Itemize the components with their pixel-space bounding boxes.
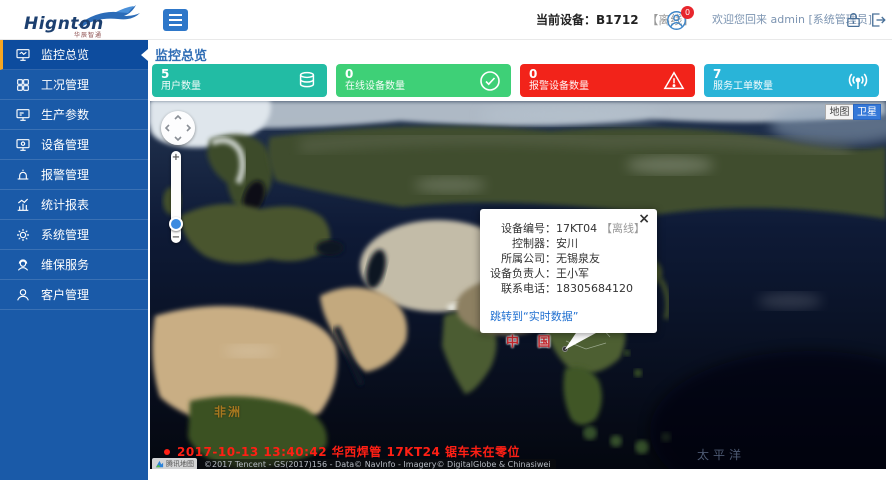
map-label-pacific: 太平洋 xyxy=(697,446,745,463)
sidebar-item-label: 工况管理 xyxy=(41,76,89,93)
stat-value: 5 xyxy=(161,67,318,81)
stat-card-work-orders[interactable]: 7 服务工单数量 xyxy=(704,64,879,97)
popup-row-label: 控制器： xyxy=(488,236,556,251)
app-window: Hignton 华辰智通 当前设备：B1712 【离线】 0 欢迎您回来 adm… xyxy=(0,0,892,480)
lock-button[interactable] xyxy=(845,11,862,33)
sidebar-item-alarm-mgmt[interactable]: 报警管理 xyxy=(0,160,148,190)
popup-row-value: 17KT04 xyxy=(556,221,597,236)
sidebar-item-label: 维保服务 xyxy=(41,256,89,273)
monitor-device-icon xyxy=(15,137,31,153)
realtime-data-link[interactable]: 跳转到“实时数据” xyxy=(490,308,578,324)
sidebar-item-label: 生产参数 xyxy=(41,106,89,123)
map-attribution: 腾讯地图 ©2017 Tencent - GS(2017)156 - Data©… xyxy=(152,458,556,469)
current-device-label: 当前设备： xyxy=(536,13,596,27)
stat-cards-row: 5 用户数量 0 在线设备数量 0 报警设备数量 xyxy=(152,64,886,97)
person-icon xyxy=(15,287,31,303)
database-icon xyxy=(296,70,318,92)
tencent-maps-logo: 腾讯地图 xyxy=(152,458,197,469)
monitor-chart-icon xyxy=(15,107,31,123)
map-zoom-control: + − xyxy=(170,151,182,243)
sidebar-item-maintenance[interactable]: 维保服务 xyxy=(0,250,148,280)
current-device-value: B1712 xyxy=(596,13,639,27)
monitor-icon xyxy=(15,47,31,63)
sidebar-item-monitor-overview[interactable]: 监控总览 xyxy=(0,40,148,70)
stat-label: 用户数量 xyxy=(161,81,318,93)
user-notifications-button[interactable]: 0 xyxy=(666,10,698,32)
popup-row-company: 所属公司： 无锡泉友 xyxy=(488,251,647,266)
stat-card-alarm-devices[interactable]: 0 报警设备数量 xyxy=(520,64,695,97)
popup-row-device-id: 设备编号： 17KT04 【离线】 xyxy=(488,221,647,236)
satellite-layer-button[interactable]: 卫星 xyxy=(853,104,881,120)
stat-card-users[interactable]: 5 用户数量 xyxy=(152,64,327,97)
sidebar-nav: 监控总览 工况管理 生产参数 设备管理 报警管理 xyxy=(0,40,148,480)
popup-row-phone: 联系电话： 18305684120 xyxy=(488,281,647,296)
sidebar-item-label: 系统管理 xyxy=(41,226,89,243)
lock-icon xyxy=(845,11,862,29)
device-info-popup: × 设备编号： 17KT04 【离线】 控制器： 安川 所属公司： 无锡泉友 设… xyxy=(480,209,657,333)
notification-badge: 0 xyxy=(681,6,694,19)
sidebar-item-device-mgmt[interactable]: 设备管理 xyxy=(0,130,148,160)
gear-icon xyxy=(15,227,31,243)
popup-row-label: 设备负责人： xyxy=(488,266,556,281)
bar-chart-icon xyxy=(15,197,31,213)
popup-row-value: 18305684120 xyxy=(556,281,633,296)
tencent-logo-text: 腾讯地图 xyxy=(166,459,194,469)
alarm-dot-icon xyxy=(164,449,170,455)
tencent-logo-icon xyxy=(155,460,164,469)
hamburger-icon xyxy=(169,14,182,26)
popup-row-value: 安川 xyxy=(556,236,578,251)
page-title: 监控总览 xyxy=(155,45,207,64)
popup-row-label: 设备编号： xyxy=(488,221,556,236)
zoom-in-button[interactable]: + xyxy=(170,152,182,163)
welcome-prefix: 欢迎您回来 xyxy=(712,13,771,26)
logout-icon xyxy=(869,11,887,29)
popup-row-owner: 设备负责人： 王小军 xyxy=(488,266,647,281)
zoom-out-button[interactable]: − xyxy=(170,232,182,243)
broadcast-icon xyxy=(846,69,870,93)
headset-icon xyxy=(15,257,31,273)
popup-row-controller: 控制器： 安川 xyxy=(488,236,647,251)
top-header: Hignton 华辰智通 当前设备：B1712 【离线】 0 欢迎您回来 adm… xyxy=(0,0,892,40)
popup-row-label: 联系电话： xyxy=(488,281,556,296)
siren-icon xyxy=(15,167,31,183)
map-pan-control[interactable] xyxy=(161,111,195,145)
map-label-china: 中 国 xyxy=(506,331,558,350)
warning-triangle-icon xyxy=(662,70,686,92)
popup-row-label: 所属公司： xyxy=(488,251,556,266)
zoom-slider-thumb[interactable] xyxy=(169,217,183,231)
sidebar-item-system-mgmt[interactable]: 系统管理 xyxy=(0,220,148,250)
check-circle-icon xyxy=(478,69,502,93)
map-layer-button[interactable]: 地图 xyxy=(825,104,853,120)
logout-button[interactable] xyxy=(869,11,887,33)
sidebar-item-label: 客户管理 xyxy=(41,286,89,303)
pan-arrows-icon xyxy=(161,111,195,145)
stat-card-online-devices[interactable]: 0 在线设备数量 xyxy=(336,64,511,97)
sidebar-item-label: 报警管理 xyxy=(41,166,89,183)
sidebar-item-label: 监控总览 xyxy=(41,46,89,63)
sidebar-item-customer-mgmt[interactable]: 客户管理 xyxy=(0,280,148,310)
logo-subtext: 华辰智通 xyxy=(74,30,102,39)
sidebar-item-label: 设备管理 xyxy=(41,136,89,153)
brand-logo: Hignton 华辰智通 xyxy=(24,3,142,37)
menu-toggle-button[interactable] xyxy=(163,9,188,31)
world-map[interactable]: 地图 卫星 + − 中 国 非洲 太平洋 × 设备编号： 17KT04 xyxy=(150,101,886,469)
attribution-text: ©2017 Tencent - GS(2017)156 - Data© NavI… xyxy=(199,459,556,470)
sidebar-item-label: 统计报表 xyxy=(41,196,89,213)
sidebar-item-condition-mgmt[interactable]: 工况管理 xyxy=(0,70,148,100)
popup-offline-tag: 【离线】 xyxy=(601,221,645,236)
sidebar-item-statistics[interactable]: 统计报表 xyxy=(0,190,148,220)
sidebar-item-production-params[interactable]: 生产参数 xyxy=(0,100,148,130)
popup-row-value: 王小军 xyxy=(556,266,589,281)
grid-icon xyxy=(15,77,31,93)
map-layer-toggle: 地图 卫星 xyxy=(825,104,881,120)
popup-row-value: 无锡泉友 xyxy=(556,251,600,266)
map-label-africa: 非洲 xyxy=(214,403,242,420)
